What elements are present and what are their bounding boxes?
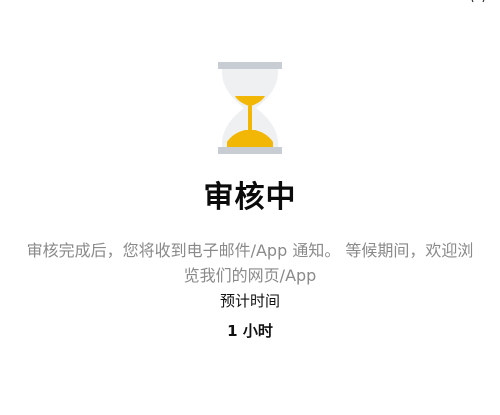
- corner-fragment-icon: [470, 0, 486, 4]
- review-pending-screen: 审核中 审核完成后，您将收到电子邮件/App 通知。 等候期间，欢迎浏览我们的网…: [0, 0, 500, 415]
- estimated-time-value: 1 小时: [227, 322, 273, 340]
- review-title: 审核中: [203, 180, 297, 215]
- hourglass-icon: [215, 60, 285, 156]
- estimated-time-label: 预计时间: [219, 292, 280, 310]
- review-message: 审核完成后，您将收到电子邮件/App 通知。 等候期间，欢迎浏览我们的网页/Ap…: [26, 241, 474, 285]
